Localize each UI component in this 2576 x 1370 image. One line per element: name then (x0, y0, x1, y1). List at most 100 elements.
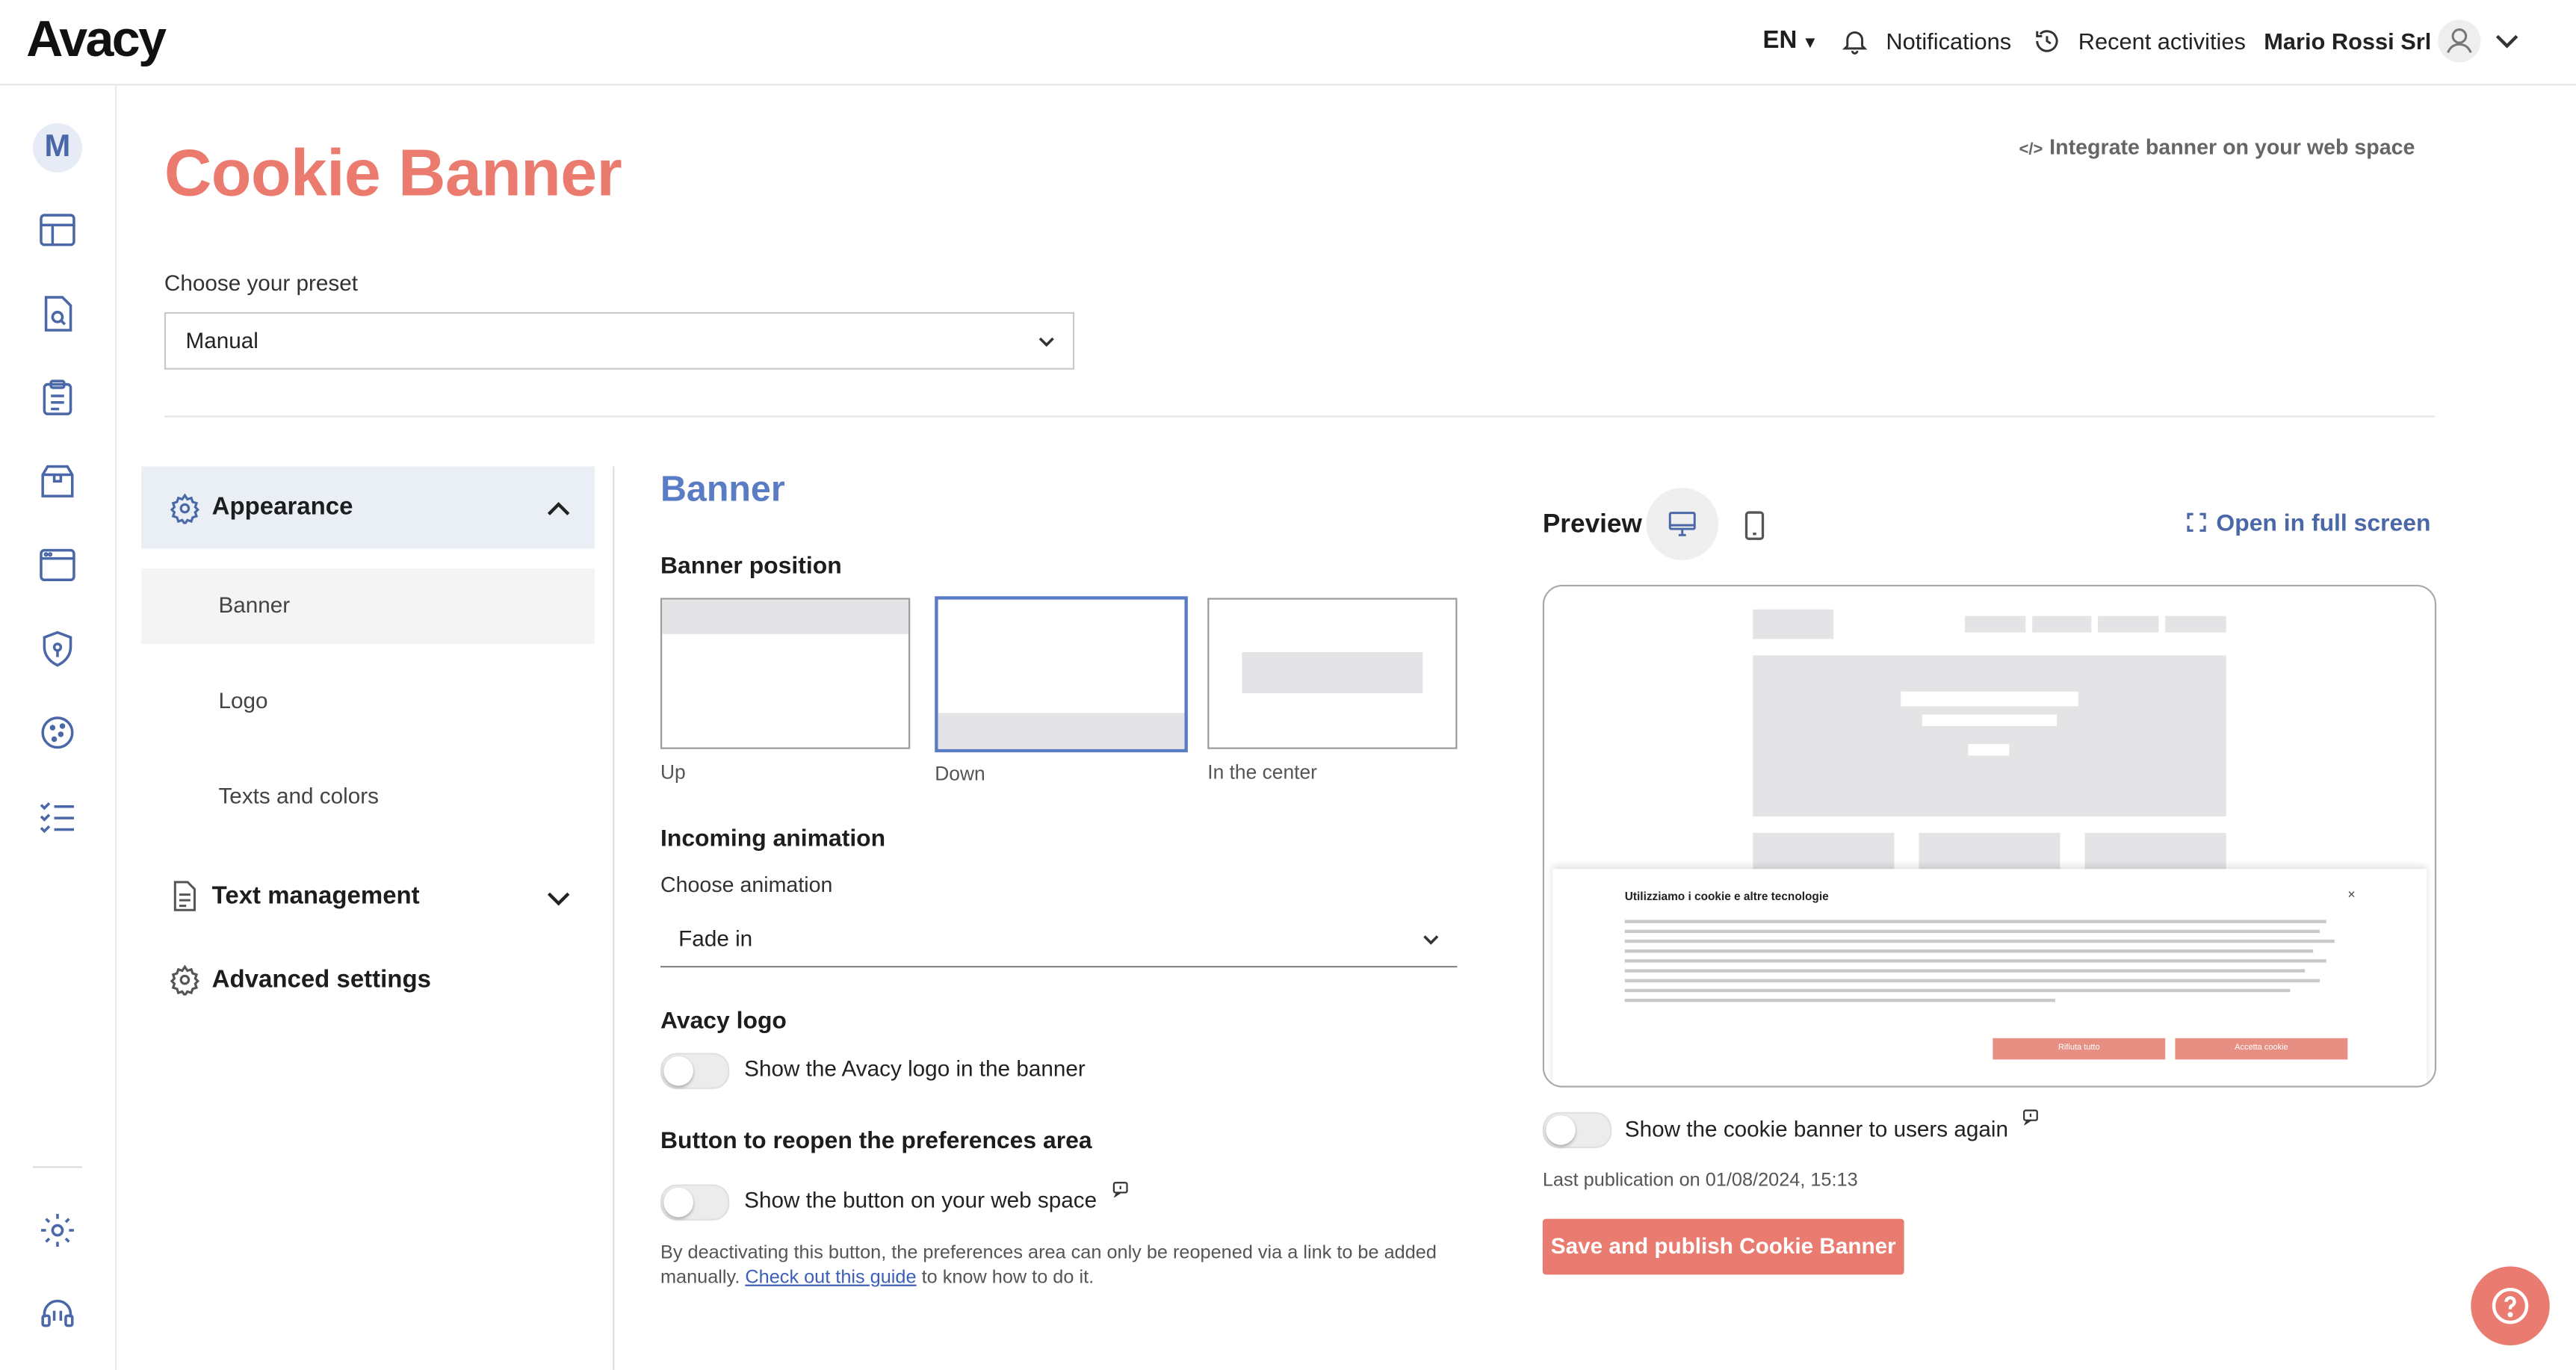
chevron-down-icon (545, 885, 572, 911)
banner-heading: Banner (660, 468, 785, 509)
show-again-label: Show the cookie banner to users again (1624, 1117, 2009, 1142)
chevron-down-icon (1037, 332, 1056, 351)
toggle-knob (663, 1187, 693, 1218)
recent-activities-link[interactable]: Recent activities (2078, 28, 2246, 54)
reopen-note: By deactivating this button, the prefere… (660, 1242, 1466, 1291)
menu-advanced-settings[interactable]: Advanced settings (141, 948, 595, 1014)
save-publish-button[interactable]: Save and publish Cookie Banner (1542, 1218, 1904, 1275)
menu-item-texts-colors[interactable]: Texts and colors (218, 784, 379, 808)
help-button[interactable] (2471, 1266, 2550, 1345)
animation-heading: Incoming animation (660, 826, 886, 853)
package-icon[interactable] (36, 460, 78, 503)
integrate-banner-link[interactable]: </> Integrate banner on your web space (2019, 134, 2415, 159)
mock-accept-button: Accetta cookie (2175, 1038, 2348, 1060)
expand-icon (2187, 512, 2206, 532)
question-icon (2491, 1286, 2530, 1326)
mock-nav (1964, 616, 2026, 633)
guide-link[interactable]: Check out this guide (745, 1268, 916, 1288)
caret-down-icon: ▼ (1801, 34, 1818, 53)
mock-logo (1753, 609, 1834, 639)
mock-hero (1753, 655, 2226, 816)
avacy-logo[interactable]: Avacy (26, 10, 167, 69)
code-icon: </> (2019, 141, 2043, 160)
clipboard-icon[interactable] (36, 376, 78, 419)
last-publication: Last publication on 01/08/2024, 15:13 (1542, 1171, 1858, 1191)
history-icon[interactable] (2032, 26, 2062, 56)
position-label-up: Up (660, 760, 686, 784)
info-icon[interactable] (1112, 1181, 1129, 1198)
reopen-button-toggle[interactable] (660, 1184, 730, 1221)
support-headset-icon[interactable] (36, 1293, 78, 1336)
avacy-logo-toggle[interactable] (660, 1053, 730, 1089)
chevron-down-icon (1421, 930, 1440, 949)
mock-nav (2098, 616, 2159, 633)
show-again-toggle[interactable] (1542, 1112, 1612, 1149)
animation-label: Choose animation (660, 872, 833, 897)
vertical-divider (613, 466, 615, 1370)
sidebar-divider (32, 1166, 82, 1168)
section-divider (164, 415, 2435, 418)
position-option-up[interactable] (660, 598, 911, 749)
settings-icon[interactable] (36, 1209, 78, 1251)
menu-text-management-label: Text management (211, 881, 420, 911)
reopen-note-suffix: to know how to do it. (921, 1268, 1095, 1289)
mobile-view-button[interactable] (1741, 509, 1768, 542)
sidebar: M (0, 85, 117, 1370)
browser-window-icon[interactable] (36, 544, 78, 586)
language-label: EN (1762, 26, 1798, 55)
preset-label: Choose your preset (164, 270, 358, 296)
gear-icon (169, 964, 200, 996)
mobile-icon (1741, 509, 1768, 542)
dashboard-icon[interactable] (36, 208, 78, 251)
mock-banner-body (1624, 920, 2341, 1008)
animation-value: Fade in (678, 926, 753, 952)
mock-banner-title: Utilizziamo i cookie e altre tecnologie (1624, 892, 1829, 904)
toggle-knob (1546, 1115, 1576, 1145)
integrate-banner-label: Integrate banner on your web space (2049, 134, 2415, 160)
reopen-toggle-label: Show the button on your web space (744, 1187, 1097, 1212)
animation-select[interactable]: Fade in (660, 911, 1458, 968)
user-avatar[interactable] (2438, 19, 2481, 63)
notifications-link[interactable]: Notifications (1886, 28, 2011, 54)
position-option-center[interactable] (1207, 598, 1458, 749)
chevron-up-icon (545, 496, 572, 522)
menu-appearance-label: Appearance (211, 492, 353, 521)
document-icon (171, 881, 199, 912)
desktop-icon (1668, 509, 1697, 539)
language-selector[interactable]: EN ▼ (1763, 26, 1818, 54)
workspace-avatar[interactable]: M (32, 123, 82, 173)
bell-icon[interactable] (1840, 26, 1870, 56)
avacy-logo-toggle-label: Show the Avacy logo in the banner (744, 1056, 1086, 1081)
banner-position-heading: Banner position (660, 554, 842, 580)
top-bar: Avacy EN ▼ Notifications Recent activitie… (0, 0, 2576, 86)
desktop-view-button[interactable] (1646, 488, 1719, 560)
mock-reject-button: Rifiuta tutto (1993, 1038, 2166, 1060)
menu-appearance-header[interactable]: Appearance (141, 466, 595, 549)
preset-select[interactable]: Manual (164, 311, 1075, 370)
preview-label: Preview (1542, 510, 1642, 539)
mock-nav (2032, 616, 2092, 633)
chevron-down-icon[interactable] (2494, 28, 2520, 54)
preset-value: Manual (185, 328, 258, 353)
shield-icon[interactable] (36, 627, 78, 670)
menu-item-logo[interactable]: Logo (218, 688, 267, 713)
checklist-icon[interactable] (36, 795, 78, 837)
preview-frame: Utilizziamo i cookie e altre tecnologie … (1542, 584, 2437, 1088)
fullscreen-link[interactable]: Open in full screen (2187, 510, 2431, 538)
info-icon[interactable] (2022, 1109, 2039, 1126)
cookie-icon[interactable] (36, 711, 78, 754)
menu-text-management[interactable]: Text management (141, 864, 595, 930)
reopen-heading: Button to reopen the preferences area (660, 1128, 1092, 1155)
document-search-icon[interactable] (36, 292, 78, 335)
position-label-down: Down (935, 762, 985, 786)
close-icon: × (2347, 887, 2356, 902)
position-option-down[interactable] (935, 596, 1188, 753)
mock-nav (2165, 616, 2226, 633)
menu-item-banner[interactable]: Banner (218, 593, 290, 618)
avacy-logo-heading: Avacy logo (660, 1008, 787, 1035)
company-name[interactable]: Mario Rossi Srl (2264, 28, 2431, 54)
menu-advanced-settings-label: Advanced settings (211, 966, 431, 994)
fullscreen-label: Open in full screen (2216, 510, 2431, 538)
position-up-bar (662, 599, 909, 634)
position-label-center: In the center (1207, 760, 1317, 784)
